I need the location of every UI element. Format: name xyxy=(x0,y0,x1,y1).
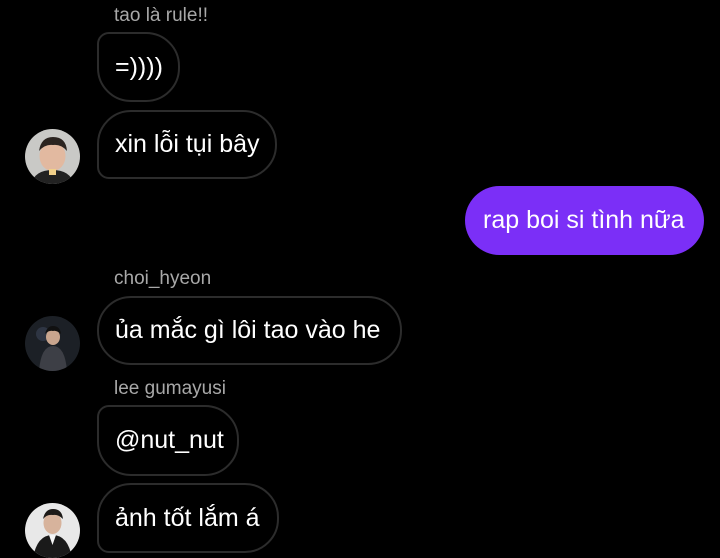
message-bubble[interactable]: @nut_nut xyxy=(97,405,239,476)
message-bubble[interactable]: xin lỗi tụi bây xyxy=(97,110,277,179)
avatar[interactable] xyxy=(25,129,80,184)
avatar-icon xyxy=(25,129,80,184)
sender-name: tao là rule!! xyxy=(114,5,208,26)
avatar[interactable] xyxy=(25,503,80,558)
sender-name: choi_hyeon xyxy=(114,268,212,289)
message-bubble[interactable]: ảnh tốt lắm á xyxy=(97,483,279,553)
avatar[interactable] xyxy=(25,316,80,371)
message-bubble[interactable]: =)))) xyxy=(97,32,180,102)
avatar-icon xyxy=(25,316,80,371)
outgoing-message-bubble[interactable]: rap boi si tình nữa xyxy=(465,186,704,255)
message-bubble[interactable]: ủa mắc gì lôi tao vào he xyxy=(97,296,402,365)
avatar-icon xyxy=(25,503,80,558)
sender-name: lee gumayusi xyxy=(114,378,226,399)
